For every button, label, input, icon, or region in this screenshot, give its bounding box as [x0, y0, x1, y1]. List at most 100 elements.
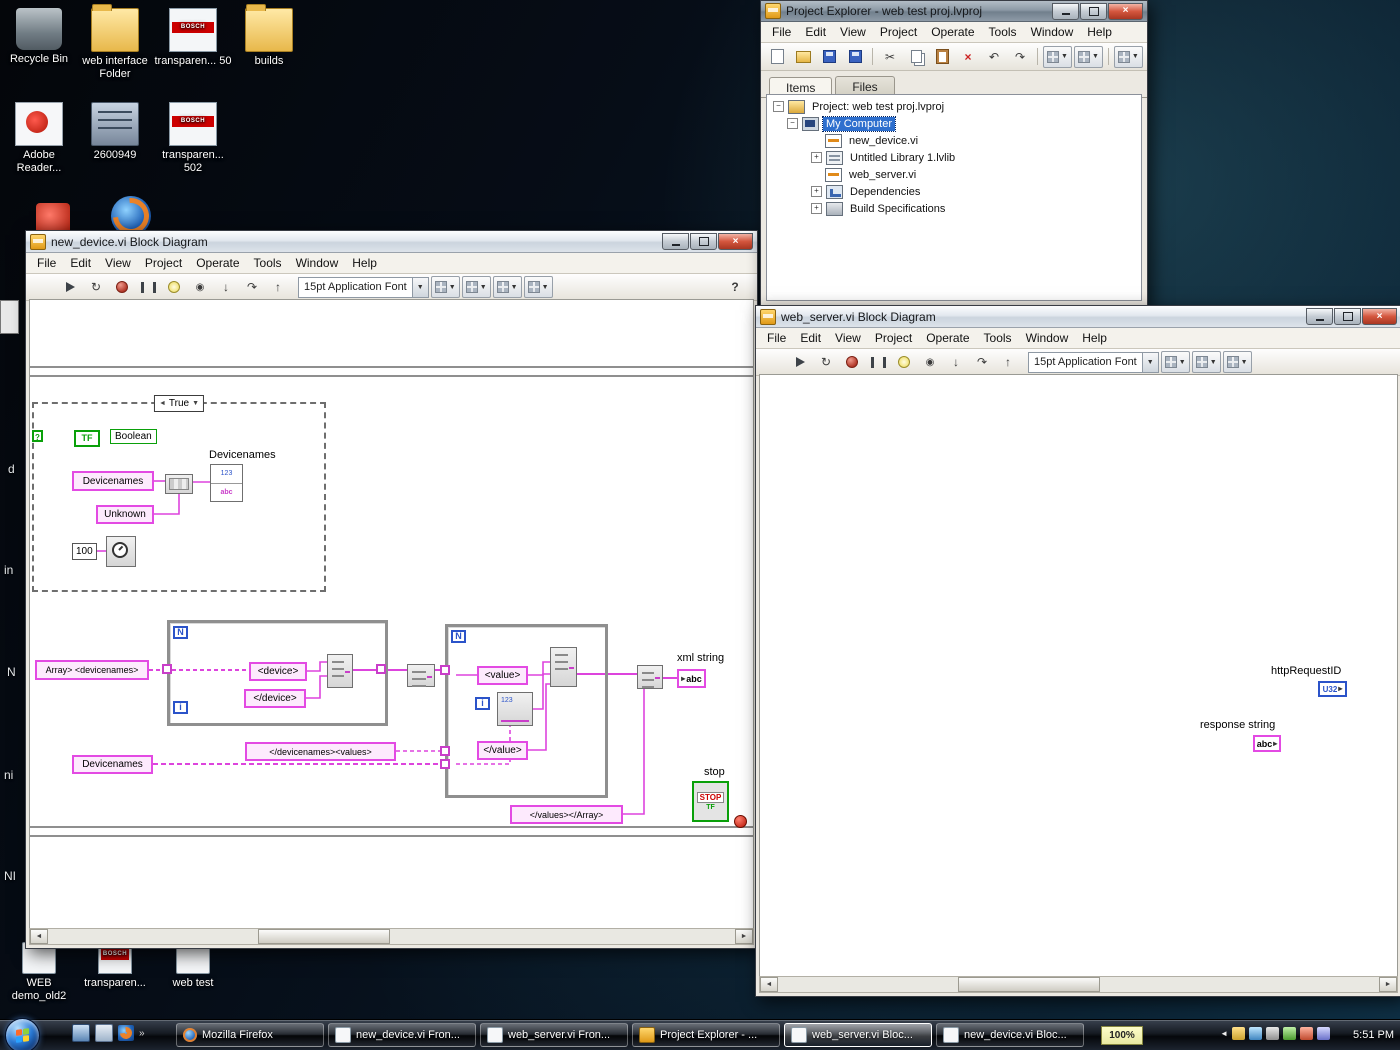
expand-icon[interactable]: + [811, 186, 822, 197]
power-icon[interactable] [1300, 1027, 1313, 1040]
step-into-button[interactable]: ↓ [944, 351, 968, 374]
font-selector[interactable]: 15pt Application Font ▼ [298, 276, 429, 298]
open-project-button[interactable] [791, 45, 815, 68]
align-objects-dropdown[interactable]: ▼ [1160, 351, 1190, 373]
target-dropdown[interactable]: ▼ [1043, 45, 1072, 68]
menu-tools[interactable]: Tools [982, 23, 1024, 41]
desktop-icon-web-interface-folder[interactable]: web interface Folder [76, 4, 154, 81]
menu-view[interactable]: View [833, 23, 873, 41]
save-button[interactable] [817, 45, 841, 68]
retain-wire-values-button[interactable]: ◉ [918, 351, 942, 374]
tree-row-dependencies[interactable]: + Dependencies [767, 183, 1141, 200]
desktop-icon-web-test[interactable]: web test [154, 942, 232, 990]
hidden-icons-chevron[interactable]: ◄ [1220, 1029, 1228, 1038]
maximize-button[interactable] [1080, 2, 1107, 20]
volume-icon[interactable] [1266, 1027, 1279, 1040]
ni-tray-icon[interactable] [1232, 1027, 1245, 1040]
menu-help[interactable]: Help [345, 254, 384, 272]
block-diagram-canvas[interactable]: httpRequestID U32 ▸ response string abc … [759, 374, 1398, 977]
step-over-button[interactable]: ↷ [970, 351, 994, 374]
highlight-execution-button[interactable] [892, 351, 916, 374]
menu-file[interactable]: File [30, 254, 63, 272]
maximize-button[interactable] [690, 233, 717, 250]
menu-help[interactable]: Help [1080, 23, 1119, 41]
highlight-execution-button[interactable] [162, 276, 186, 299]
desktop-icon-web-demo-old2[interactable]: WEB demo_old2 [0, 942, 78, 1003]
step-out-button[interactable]: ↑ [266, 276, 290, 299]
concatenate-strings-icon[interactable] [327, 654, 353, 688]
taskbar-item-web-server-block[interactable]: web_server.vi Bloc... [784, 1023, 932, 1047]
menu-window[interactable]: Window [1019, 329, 1076, 347]
quick-launch-overflow-chevron[interactable]: » [139, 1028, 145, 1039]
collapse-icon[interactable]: − [787, 118, 798, 129]
menu-view[interactable]: View [828, 329, 868, 347]
scroll-right-arrow[interactable]: ► [735, 929, 753, 944]
loop-count-terminal[interactable]: N [451, 630, 466, 643]
devnames-values-constant[interactable]: </devicenames><values> [245, 742, 396, 761]
menu-edit[interactable]: Edit [798, 23, 833, 41]
run-continuous-button[interactable]: ↻ [814, 351, 838, 374]
devicenames-indicator-icon[interactable]: 123 abc [210, 464, 243, 502]
pause-button[interactable] [866, 351, 890, 374]
tunnel[interactable] [440, 665, 450, 675]
titlebar[interactable]: web_server.vi Block Diagram × [756, 306, 1400, 328]
minimize-button[interactable] [662, 233, 689, 250]
tunnel[interactable] [440, 746, 450, 756]
minimize-button[interactable] [1052, 2, 1079, 20]
menu-project[interactable]: Project [868, 329, 919, 347]
device-close-constant[interactable]: </device> [244, 689, 306, 708]
taskbar-clock[interactable]: 5:51 PM [1353, 1020, 1394, 1050]
index-array-icon[interactable] [165, 474, 193, 494]
minimize-button[interactable] [1306, 308, 1333, 325]
deploy-dropdown[interactable]: ▼ [1113, 45, 1143, 68]
desktop-icon-adobe-reader[interactable]: Adobe Reader... [0, 102, 78, 175]
step-over-button[interactable]: ↷ [240, 276, 264, 299]
build-dropdown[interactable]: ▼ [1073, 45, 1103, 68]
step-out-button[interactable]: ↑ [996, 351, 1020, 374]
language-icon[interactable] [1317, 1027, 1330, 1040]
tree-row-my-computer[interactable]: − My Computer [767, 115, 1141, 132]
start-button[interactable] [5, 1018, 40, 1050]
http-request-id-terminal[interactable]: U32 ▸ [1318, 681, 1347, 697]
taskbar-item-web-server-front[interactable]: web_server.vi Fron... [480, 1023, 628, 1047]
menu-help[interactable]: Help [1075, 329, 1114, 347]
concatenate-strings-icon[interactable] [550, 647, 577, 687]
tree-row-web-server[interactable]: web_server.vi [767, 166, 1141, 183]
tree-row-new-device[interactable]: new_device.vi [767, 132, 1141, 149]
abort-button[interactable] [110, 276, 134, 299]
titlebar[interactable]: new_device.vi Block Diagram × [26, 231, 757, 253]
desktop-icon-2600949[interactable]: 2600949 [76, 102, 154, 162]
project-tree[interactable]: − Project: web test proj.lvproj − My Com… [766, 94, 1142, 301]
menu-operate[interactable]: Operate [189, 254, 246, 272]
xml-array-open-constant[interactable]: Array> <devicenames> [35, 660, 149, 680]
retain-wire-values-button[interactable]: ◉ [188, 276, 212, 299]
abort-button[interactable] [840, 351, 864, 374]
distribute-objects-dropdown[interactable]: ▼ [461, 276, 491, 298]
close-button[interactable]: × [1362, 308, 1397, 325]
menu-file[interactable]: File [765, 23, 798, 41]
wait-ms-timer-icon[interactable] [106, 536, 136, 567]
value-close-constant[interactable]: </value> [477, 741, 528, 760]
tree-row-untitled-library[interactable]: + Untitled Library 1.lvlib [767, 149, 1141, 166]
menu-window[interactable]: Window [289, 254, 346, 272]
taskbar-item-firefox[interactable]: Mozilla Firefox [176, 1023, 324, 1047]
reorder-dropdown[interactable]: ▼ [523, 276, 553, 298]
menu-project[interactable]: Project [873, 23, 924, 41]
case-selector[interactable]: ◄ True ▼ [153, 395, 205, 412]
scroll-left-arrow[interactable]: ◄ [760, 977, 778, 992]
taskbar-item-new-device-block[interactable]: new_device.vi Bloc... [936, 1023, 1084, 1047]
menu-file[interactable]: File [760, 329, 793, 347]
resize-objects-dropdown[interactable]: ▼ [1222, 351, 1252, 373]
taskbar-item-project-explorer[interactable]: Project Explorer - ... [632, 1023, 780, 1047]
expand-icon[interactable]: + [811, 152, 822, 163]
step-into-button[interactable]: ↓ [214, 276, 238, 299]
case-selector-terminal[interactable]: ? [32, 430, 43, 442]
menu-operate[interactable]: Operate [924, 23, 981, 41]
desktop-icon-transparen[interactable]: BOSCH transparen... [76, 942, 154, 990]
scrollbar-thumb[interactable] [958, 977, 1100, 992]
device-open-constant[interactable]: <device> [249, 662, 307, 681]
loop-iteration-terminal[interactable]: i [475, 697, 490, 710]
menu-operate[interactable]: Operate [919, 329, 976, 347]
collapse-icon[interactable]: − [773, 101, 784, 112]
tree-row-build-specifications[interactable]: + Build Specifications [767, 200, 1141, 217]
